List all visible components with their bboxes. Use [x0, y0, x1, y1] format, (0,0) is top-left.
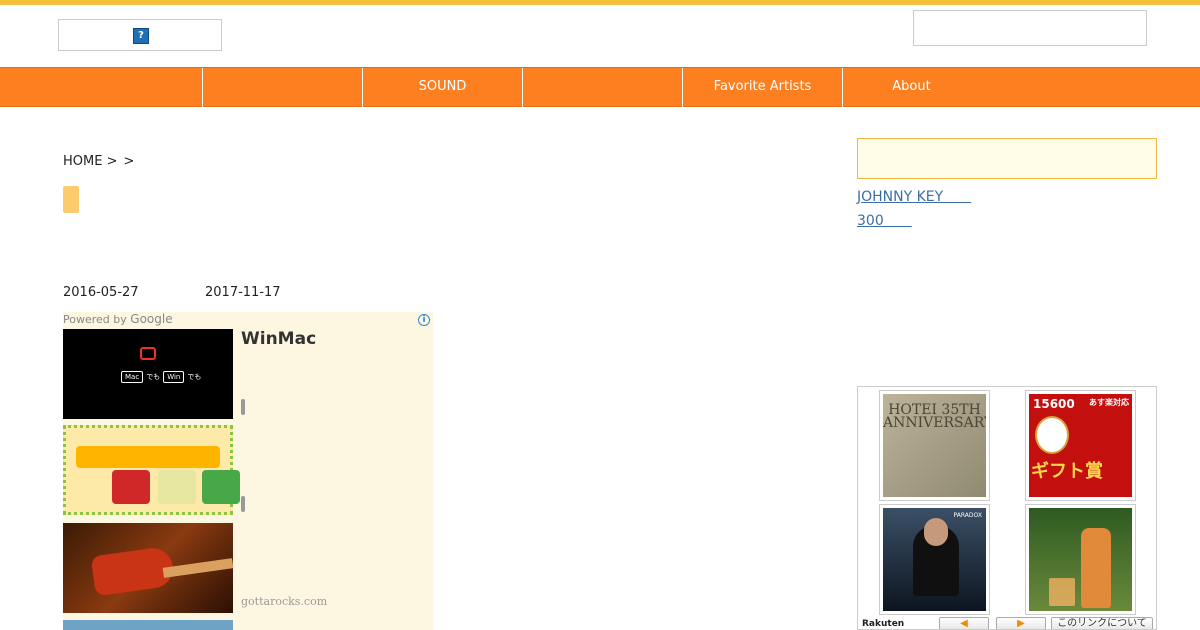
ad-thumbnail-4[interactable] [63, 620, 233, 630]
site-logo[interactable]: ? [58, 19, 222, 51]
nav-item-4[interactable] [522, 68, 682, 108]
card-sample-icon [158, 470, 196, 504]
rakuten-logo[interactable]: Rakuten [862, 619, 904, 629]
nav-item-about[interactable]: About [842, 68, 980, 108]
ad-thumbnail-meishi[interactable] [63, 425, 240, 515]
published-date: 2016-05-27 [63, 285, 139, 300]
rakuten-prev-button[interactable]: ◀ [939, 617, 989, 629]
rakuten-product-paradox[interactable]: PARADOX [879, 504, 990, 615]
main-nav: SOUND Favorite Artists About [0, 67, 1200, 108]
ad-scroll-handle[interactable] [241, 496, 245, 512]
gift-award-text: ギフト賞 [1031, 461, 1103, 482]
breadcrumb-separator: > [123, 154, 135, 169]
artist-face [924, 518, 948, 546]
bottle-icon [1081, 528, 1111, 608]
sidebar-link-johnny-key[interactable]: JOHNNY KEY [857, 186, 971, 206]
rakuten-product-hotei[interactable]: HOTEI 35TH ANNIVERSARY [879, 390, 990, 501]
rakuten-product-gift[interactable]: 15600 あす楽対応 ギフト賞 [1025, 390, 1136, 501]
powered-by-google: Powered by Google [63, 312, 173, 326]
ad-headline[interactable]: WinMac [241, 329, 316, 349]
ad-thumbnail-adobe[interactable]: Mac でも Win でも [63, 329, 233, 419]
banner-bar [76, 446, 220, 468]
ad-scroll-handle[interactable] [241, 399, 245, 415]
award-seal-icon [1035, 416, 1069, 454]
ad-info-icon[interactable]: i [418, 314, 430, 326]
ad-domain[interactable]: gottarocks.com [241, 595, 327, 608]
hotei-cover-text: HOTEI 35TH ANNIVERSARY [883, 402, 986, 431]
sidebar-search-input[interactable] [857, 138, 1157, 179]
header-search-input[interactable] [913, 10, 1147, 46]
mac-win-caption: Mac でも Win でも [118, 371, 201, 383]
google-ad-block[interactable]: Powered by Google i Mac でも Win でも WinMac go… [63, 312, 433, 630]
card-sample-icon [202, 470, 240, 504]
breadcrumb: HOME > > [63, 154, 140, 169]
nav-item-2[interactable] [202, 68, 362, 108]
glass-icon [1049, 578, 1075, 606]
paradox-label: PARADOX [953, 512, 982, 519]
gift-number: 15600 [1033, 397, 1075, 411]
gift-badge: あす楽対応 [1089, 398, 1129, 407]
top-accent-bar [0, 0, 1200, 5]
nav-item-1[interactable] [0, 68, 202, 108]
rakuten-widget: HOTEI 35TH ANNIVERSARY 15600 あす楽対応 ギフト賞 … [857, 386, 1157, 630]
card-sample-icon [112, 470, 150, 504]
ad-thumbnail-guitar[interactable] [63, 523, 234, 613]
rakuten-about-link[interactable]: このリンクについて [1051, 617, 1153, 629]
adobe-cc-icon [140, 347, 156, 360]
breadcrumb-home[interactable]: HOME > [63, 154, 117, 169]
sidebar-link-300[interactable]: 300 [857, 210, 912, 230]
guitar-neck-icon [162, 558, 234, 578]
nav-item-favorite-artists[interactable]: Favorite Artists [682, 68, 842, 108]
rakuten-next-button[interactable]: ▶ [996, 617, 1046, 629]
rakuten-product-liqueur[interactable] [1025, 504, 1136, 615]
updated-date: 2017-11-17 [205, 285, 281, 300]
post-dates: 2016-05-27 2017-11-17 [63, 285, 281, 300]
broken-image-icon: ? [133, 28, 149, 44]
nav-item-sound[interactable]: SOUND [362, 68, 522, 108]
post-title-marker [63, 186, 79, 213]
